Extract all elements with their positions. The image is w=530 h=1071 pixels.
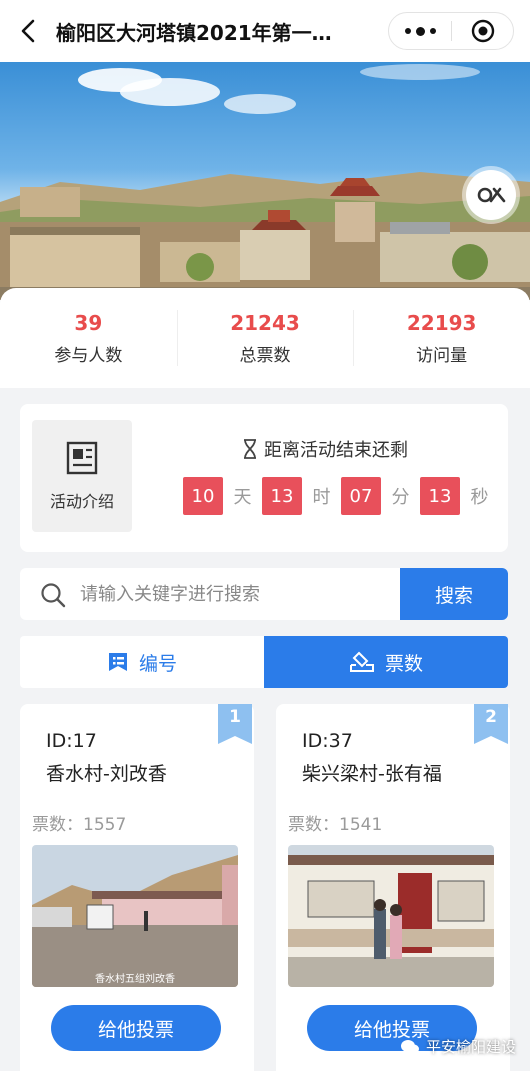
countdown-days: 10 (183, 477, 223, 515)
search-bar: 搜索 (20, 568, 508, 620)
countdown-heading: 距离活动结束还剩 (242, 436, 408, 462)
mini-program-capsule (388, 12, 514, 50)
more-options-button[interactable] (389, 13, 451, 49)
list-icon (108, 653, 127, 671)
stat-value: 21243 (230, 310, 300, 335)
candidate-vote-count: 票数：1557 (32, 815, 127, 835)
hourglass-icon (244, 439, 256, 459)
vote-button[interactable]: 给他投票 (51, 1005, 221, 1051)
candidate-photo[interactable] (288, 845, 494, 987)
wechat-logo-icon (400, 1039, 419, 1053)
countdown-unit: 秒 (470, 487, 489, 508)
candidate-id: ID:17 (46, 730, 97, 752)
stat-visits: 22193 访问量 (353, 288, 530, 388)
target-close-icon (471, 19, 494, 43)
source-watermark: 平安榆阳建设 (400, 1036, 516, 1057)
candidate-name: 香水村-刘改香 (46, 763, 167, 785)
chevron-left-icon (21, 19, 35, 43)
top-nav-bar: 榆阳区大河塔镇2021年第一… (0, 0, 530, 62)
countdown-unit: 时 (312, 487, 331, 508)
search-button[interactable]: 搜索 (400, 568, 508, 620)
village-scenery-image (0, 64, 530, 300)
activity-countdown-card: 活动介绍 距离活动结束还剩 10 天 13 时 07 分 13 秒 (20, 404, 508, 552)
rank-badge: 2 (474, 704, 508, 744)
page-title: 榆阳区大河塔镇2021年第一… (56, 20, 332, 45)
stat-participants: 39 参与人数 (0, 288, 177, 388)
back-button[interactable] (0, 0, 56, 62)
document-icon (66, 441, 98, 475)
close-miniprogram-button[interactable] (452, 13, 513, 49)
countdown-unit: 天 (233, 487, 252, 508)
stat-total-votes: 21243 总票数 (176, 288, 354, 388)
banner-image (0, 62, 530, 300)
activity-intro-button[interactable]: 活动介绍 (32, 420, 132, 532)
music-off-icon (477, 187, 506, 203)
courtyard-photo-image: 香水村五组刘改香 (32, 845, 238, 987)
search-icon (41, 583, 66, 608)
activity-intro-label: 活动介绍 (49, 492, 114, 511)
sort-tabs: 编号 票数 (20, 636, 508, 688)
countdown-timer: 10 天 13 时 07 分 13 秒 (183, 477, 499, 515)
rank-badge: 1 (218, 704, 252, 744)
candidate-name: 柴兴梁村-张有福 (302, 763, 442, 785)
tab-label: 编号 (138, 652, 177, 675)
candidate-vote-count: 票数：1541 (288, 815, 383, 835)
rank-number: 1 (229, 707, 241, 727)
more-dots-icon (404, 28, 411, 34)
stat-value: 39 (74, 310, 103, 335)
stat-value: 22193 (406, 310, 477, 335)
stat-label: 参与人数 (54, 345, 123, 366)
candidate-card[interactable]: 2 ID:37 柴兴梁村-张有福 票数：1541 给他投票 (276, 704, 510, 1071)
tab-sort-by-number[interactable]: 编号 (20, 636, 264, 688)
music-toggle-button[interactable] (466, 170, 516, 220)
rank-number: 2 (485, 707, 497, 727)
countdown-heading-text: 距离活动结束还剩 (264, 440, 408, 461)
countdown-seconds: 13 (420, 477, 460, 515)
stats-summary: 39 参与人数 21243 总票数 22193 访问量 (0, 288, 530, 388)
countdown-hours: 13 (262, 477, 302, 515)
countdown-minutes: 07 (341, 477, 381, 515)
watermark-text: 平安榆阳建设 (425, 1038, 516, 1056)
candidate-photo[interactable]: 香水村五组刘改香 (32, 845, 238, 987)
tab-sort-by-votes[interactable]: 票数 (264, 636, 508, 688)
ballot-icon (349, 651, 374, 672)
photo-caption: 香水村五组刘改香 (95, 972, 175, 985)
stat-label: 总票数 (239, 345, 291, 366)
tab-label: 票数 (384, 652, 423, 675)
stat-label: 访问量 (416, 345, 468, 366)
countdown-unit: 分 (391, 487, 410, 508)
search-input[interactable] (80, 568, 398, 620)
house-photo-image (288, 845, 494, 987)
candidate-id: ID:37 (302, 730, 353, 752)
candidate-card[interactable]: 1 ID:17 香水村-刘改香 票数：1557 香水村五组刘改香 给他投票 (20, 704, 254, 1071)
